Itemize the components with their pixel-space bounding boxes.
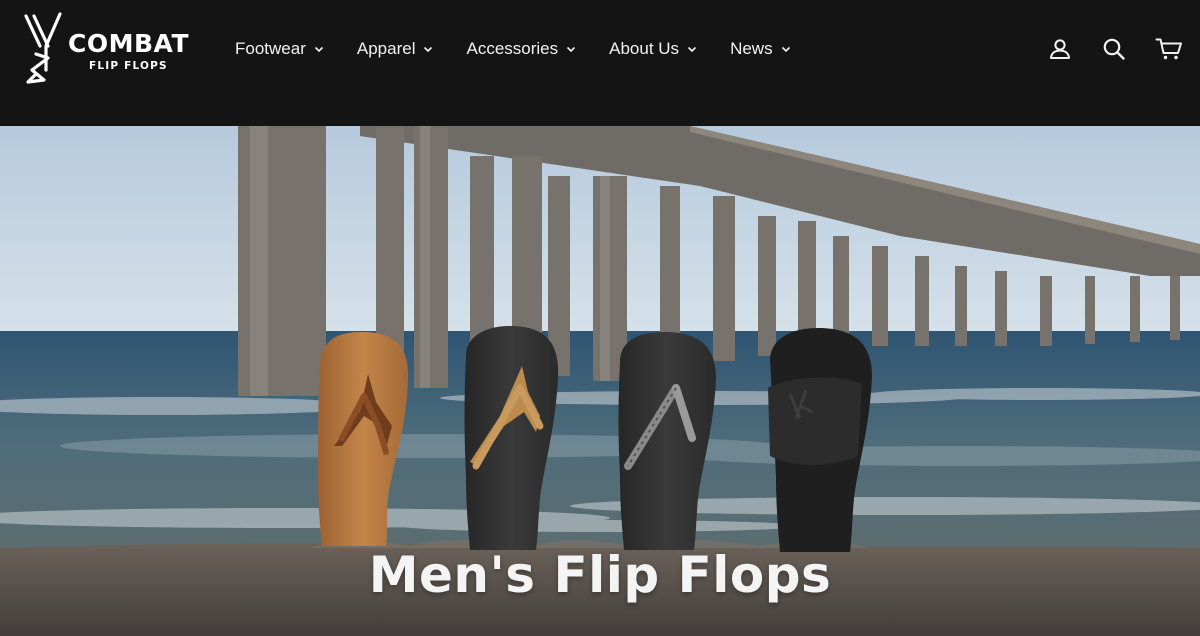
brand-logo[interactable]: COMBAT FLIP FLOPS [18,12,198,84]
nav-item-label: About Us [609,39,680,58]
main-nav: Footwear Apparel Accessories About Us Ne… [235,36,791,62]
nav-item-label: Accessories [466,39,559,58]
nav-item-news[interactable]: News [730,39,791,59]
cart-icon [1155,38,1182,60]
search-icon [1103,38,1125,60]
chevron-down-icon [314,46,323,53]
hero-banner[interactable]: Men's Flip Flops [0,126,1200,636]
chevron-down-icon [567,46,576,53]
nav-item-label: News [730,39,773,58]
hero-title: Men's Flip Flops [368,546,832,604]
brand-tagline: FLIP FLOPS [89,60,168,72]
nav-item-label: Apparel [356,39,416,58]
nav-item-label: Footwear [235,39,306,58]
chevron-down-icon [687,46,697,53]
logo-mark-icon [24,12,62,84]
account-button[interactable] [1046,36,1074,62]
account-icon [1050,39,1070,59]
nav-item-footwear[interactable]: Footwear [235,39,324,59]
site-header: COMBAT FLIP FLOPS Footwear Apparel Acces… [0,0,1200,126]
brand-name: COMBAT [68,29,189,58]
nav-item-accessories[interactable]: Accessories [466,39,576,59]
search-button[interactable] [1100,36,1128,62]
cart-button[interactable] [1154,36,1184,62]
chevron-down-icon [424,46,433,53]
nav-item-about-us[interactable]: About Us [609,39,697,59]
chevron-down-icon [781,46,790,53]
nav-item-apparel[interactable]: Apparel [357,39,434,59]
